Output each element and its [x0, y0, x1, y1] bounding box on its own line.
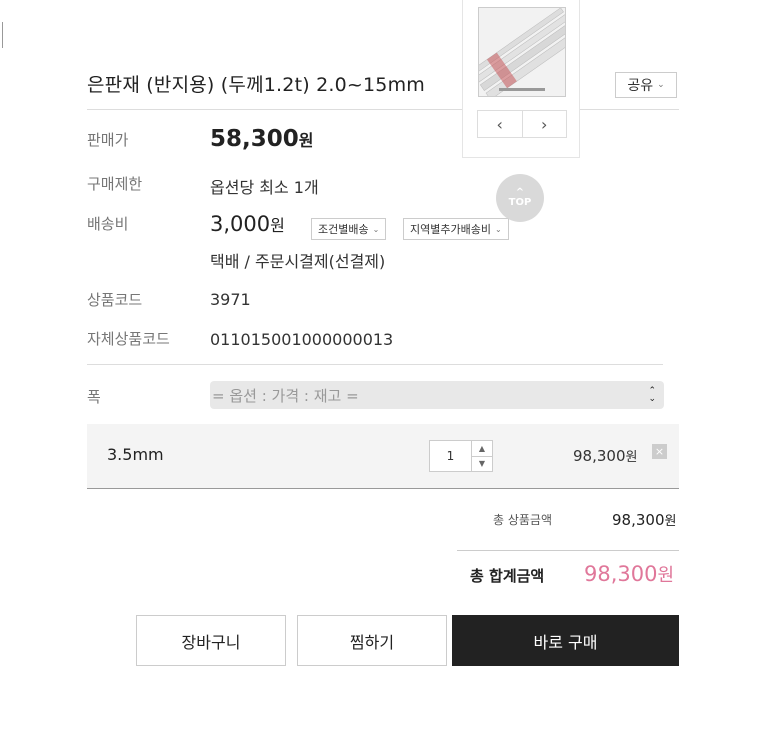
product-code-value: 3971	[210, 290, 251, 309]
selected-option-row: 3.5mm 1 ▲ ▼ 98,300원 ×	[87, 424, 679, 489]
subtotal-value: 98,300원	[612, 510, 676, 529]
shipping-amount: 3,000	[210, 212, 271, 236]
chevron-right-icon[interactable]: ›	[523, 111, 567, 137]
select-arrows-icon: ⌃ ⌄	[648, 386, 656, 404]
price-amount: 58,300	[210, 126, 299, 152]
selected-option-price: 98,300원	[573, 446, 637, 465]
regional-shipping-label: 지역별추가배송비	[410, 223, 491, 236]
selected-option-currency: 원	[625, 450, 638, 465]
chevron-down-icon: ⌄	[372, 224, 380, 234]
shipping-currency: 원	[270, 216, 285, 235]
add-to-cart-button[interactable]: 장바구니	[136, 615, 286, 666]
chevron-left-icon[interactable]: ‹	[478, 111, 523, 137]
total-value: 98,300원	[584, 561, 674, 587]
scroll-top-label: TOP	[508, 196, 532, 208]
option-divider	[87, 364, 663, 365]
option-select-placeholder: = 옵션 : 가격 : 재고 =	[212, 386, 359, 405]
product-title: 은판재 (반지용) (두께1.2t) 2.0~15mm	[87, 74, 426, 96]
buy-now-button[interactable]: 바로 구매	[452, 615, 679, 666]
subtotal-currency: 원	[664, 514, 677, 529]
chevron-down-icon: ⌄	[657, 80, 665, 90]
product-thumbnail[interactable]	[478, 7, 566, 97]
shipping-condition-tag[interactable]: 조건별배송 ⌄	[311, 218, 387, 240]
total-label: 총 합계금액	[470, 567, 545, 585]
shipping-value: 3,000원	[210, 212, 285, 236]
selected-option-amount: 98,300	[573, 447, 626, 465]
selected-option-name: 3.5mm	[107, 445, 164, 464]
total-amount: 98,300	[584, 562, 658, 586]
product-image-graphic	[479, 8, 565, 96]
subtotal-amount: 98,300	[612, 511, 665, 529]
limit-label: 구매제한	[87, 175, 143, 193]
quantity-increase-button[interactable]: ▲	[472, 441, 492, 457]
quantity-decrease-button[interactable]: ▼	[472, 456, 492, 471]
own-code-value: 011015001000000013	[210, 330, 394, 349]
own-code-label: 자체상품코드	[87, 330, 170, 348]
product-code-label: 상품코드	[87, 291, 143, 309]
thumbnail-nav: ‹ ›	[477, 110, 567, 138]
price-label: 판매가	[87, 131, 129, 149]
limit-value: 옵션당 최소 1개	[210, 178, 319, 197]
scroll-top-button[interactable]: ^ TOP	[496, 174, 544, 222]
quantity-stepper: 1 ▲ ▼	[429, 440, 493, 472]
option-label: 폭	[87, 388, 101, 406]
price-currency: 원	[298, 131, 314, 150]
shipping-method: 택배 / 주문시결제(선결제)	[210, 252, 386, 271]
chevron-down-icon: ⌄	[494, 224, 502, 234]
title-divider	[87, 109, 679, 110]
share-button[interactable]: 공유 ⌄	[615, 72, 677, 98]
wishlist-button[interactable]: 찜하기	[297, 615, 447, 666]
share-button-label: 공유	[627, 78, 654, 94]
subtotal-label: 총 상품금액	[493, 513, 553, 527]
regional-shipping-tag[interactable]: 지역별추가배송비 ⌄	[403, 218, 509, 240]
shipping-condition-label: 조건별배송	[318, 223, 369, 236]
chevron-up-icon: ^	[515, 186, 525, 198]
left-edge-marker	[0, 22, 3, 48]
price-value: 58,300원	[210, 126, 314, 152]
total-divider	[457, 550, 679, 551]
total-currency: 원	[657, 565, 675, 586]
thumbnail-panel: ‹ ›	[462, 0, 580, 158]
shipping-label: 배송비	[87, 215, 129, 233]
quantity-input[interactable]: 1	[430, 441, 472, 471]
remove-option-button[interactable]: ×	[652, 444, 667, 459]
option-select[interactable]: = 옵션 : 가격 : 재고 = ⌃ ⌄	[210, 381, 664, 409]
